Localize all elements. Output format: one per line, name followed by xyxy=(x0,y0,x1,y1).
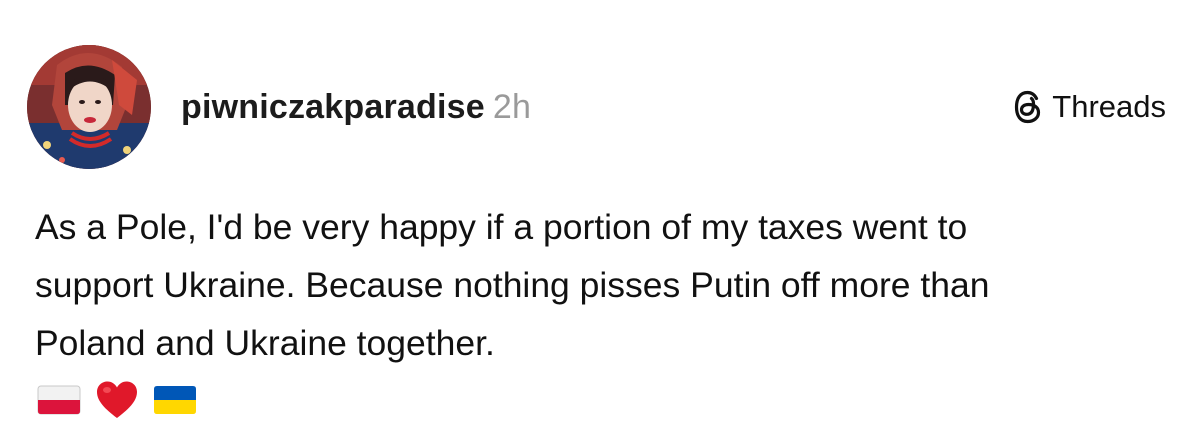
author-avatar[interactable] xyxy=(27,45,151,169)
emoji-row xyxy=(37,376,197,424)
avatar-image xyxy=(27,45,151,169)
post-timestamp: 2h xyxy=(492,88,532,126)
post-body: As a Pole, I'd be very happy if a portio… xyxy=(35,198,1165,372)
post-text-line: As a Pole, I'd be very happy if a portio… xyxy=(35,207,968,247)
threads-post: piwniczakparadise 2h Threads As a Pole, I… xyxy=(0,0,1200,446)
author-username[interactable]: piwniczakparadise xyxy=(181,88,485,126)
threads-brand-link[interactable]: Threads xyxy=(1012,86,1166,128)
ukraine-flag-icon xyxy=(153,385,197,415)
poland-flag-icon xyxy=(37,385,81,415)
red-heart-icon xyxy=(95,380,139,420)
author-header: piwniczakparadise 2h xyxy=(181,84,531,130)
threads-label: Threads xyxy=(1052,89,1166,124)
post-text-line: support Ukraine. Because nothing pisses … xyxy=(35,265,990,305)
threads-logo-icon xyxy=(1015,90,1041,124)
post-text-line: Poland and Ukraine together. xyxy=(35,323,495,363)
